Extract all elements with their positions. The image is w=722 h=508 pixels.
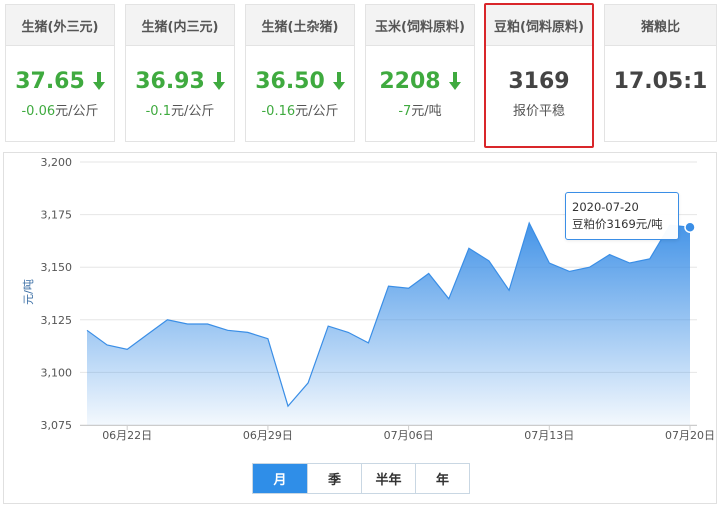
chart-tooltip: 2020-07-20 豆粕价3169元/吨 bbox=[565, 192, 679, 240]
x-tick-label: 06月29日 bbox=[243, 429, 293, 442]
series-area bbox=[87, 223, 690, 425]
y-tick-label: 3,075 bbox=[41, 419, 73, 432]
x-tick-label: 07月13日 bbox=[524, 429, 574, 442]
y-tick-label: 3,125 bbox=[41, 314, 73, 327]
highlighted-data-point[interactable] bbox=[684, 221, 696, 233]
tab-year[interactable]: 年 bbox=[415, 464, 469, 493]
tooltip-text: 豆粕价3169元/吨 bbox=[572, 217, 663, 231]
price-chart: 3,075 3,100 3,125 3,150 3,175 3,200 06月22日 06月… bbox=[22, 156, 715, 442]
range-tabs: 月 季 半年 年 bbox=[252, 463, 470, 494]
y-axis-label: 元/吨 bbox=[22, 279, 35, 305]
tooltip-date: 2020-07-20 bbox=[572, 200, 639, 214]
x-tick-label: 06月22日 bbox=[102, 429, 152, 442]
y-tick-label: 3,175 bbox=[41, 209, 73, 222]
tab-month[interactable]: 月 bbox=[253, 464, 307, 493]
x-tick-label: 07月20日 bbox=[665, 429, 715, 442]
y-tick-label: 3,200 bbox=[41, 156, 73, 169]
x-tick-label: 07月06日 bbox=[384, 429, 434, 442]
y-tick-label: 3,150 bbox=[41, 261, 73, 274]
tab-half-year[interactable]: 半年 bbox=[361, 464, 415, 493]
tab-quarter[interactable]: 季 bbox=[307, 464, 361, 493]
y-tick-label: 3,100 bbox=[41, 366, 73, 379]
